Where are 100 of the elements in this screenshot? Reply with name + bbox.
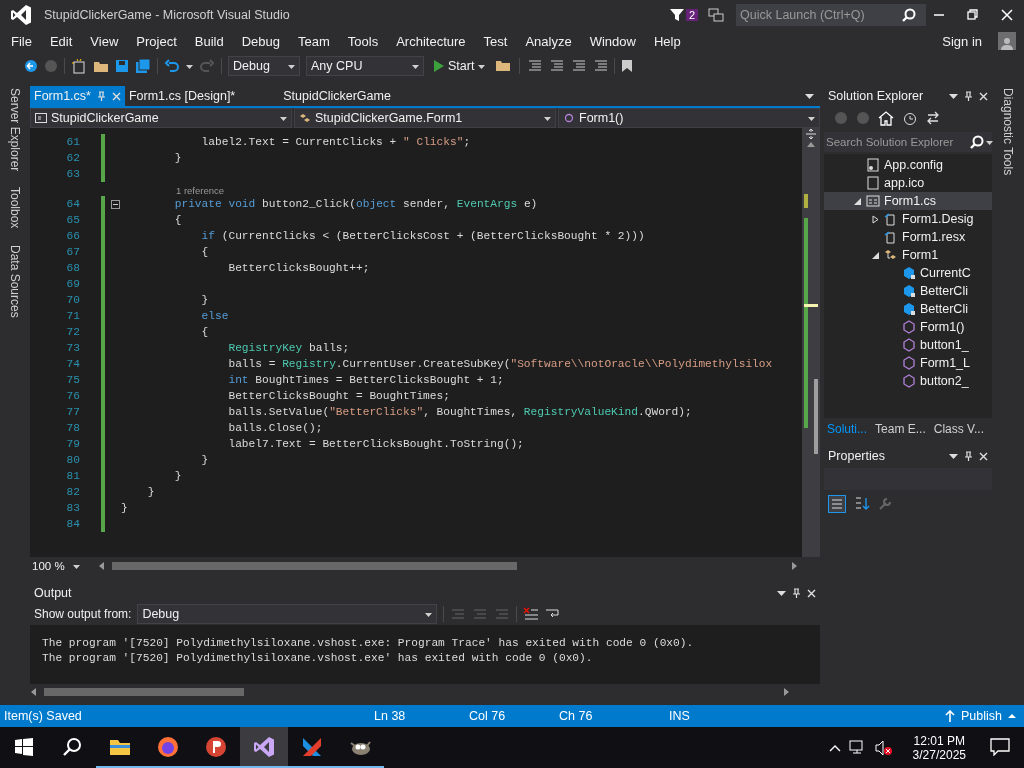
clock-time[interactable]: 12:01 PM bbox=[913, 733, 965, 748]
navigation-dropdown[interactable]: StupidClickerGame bbox=[30, 108, 292, 128]
menu-item[interactable]: Help bbox=[644, 33, 690, 49]
caret-icon[interactable] bbox=[949, 451, 958, 461]
menu-item[interactable]: Test bbox=[474, 33, 517, 49]
menu-item[interactable]: Debug bbox=[232, 33, 289, 49]
infinity-logo-icon[interactable] bbox=[252, 734, 276, 759]
panel-tab[interactable]: Soluti... bbox=[824, 420, 871, 438]
uncomment-icon[interactable] bbox=[592, 59, 609, 73]
notifications-icon[interactable] bbox=[990, 737, 1010, 756]
menu-item[interactable]: Window bbox=[580, 33, 645, 49]
save-all-icon[interactable] bbox=[135, 58, 151, 74]
tree-item[interactable]: Form1_L bbox=[824, 354, 992, 372]
collapsed-arrow-icon[interactable] bbox=[871, 214, 879, 224]
collapse-icon[interactable] bbox=[111, 199, 120, 209]
reference-count-link[interactable]: 1 reference bbox=[176, 185, 225, 196]
outdent-icon[interactable] bbox=[548, 59, 565, 73]
navigation-dropdown[interactable]: StupidClickerGame.Form1 bbox=[294, 108, 556, 128]
document-tab[interactable]: StupidClickerGame bbox=[279, 86, 395, 106]
tree-item[interactable]: App.config bbox=[824, 156, 992, 174]
tree-item[interactable]: Form1.cs bbox=[824, 192, 992, 210]
panel-tab[interactable]: Class V... bbox=[930, 420, 987, 438]
browser-icon[interactable] bbox=[156, 734, 180, 759]
close-icon[interactable] bbox=[807, 588, 816, 598]
publish-button[interactable]: Publish bbox=[945, 709, 1016, 723]
menu-item[interactable]: Project bbox=[127, 33, 186, 49]
paint-app-icon[interactable] bbox=[204, 734, 228, 759]
caret-icon[interactable] bbox=[186, 62, 193, 70]
chevron-up-icon[interactable] bbox=[828, 743, 841, 752]
close-icon[interactable] bbox=[979, 451, 988, 461]
search-icon[interactable] bbox=[970, 135, 984, 149]
history-icon[interactable] bbox=[902, 110, 918, 126]
search-field[interactable]: Search Solution Explorer bbox=[824, 132, 992, 152]
scroll-right-icon[interactable] bbox=[782, 687, 790, 697]
menu-item[interactable]: Analyze bbox=[516, 33, 581, 49]
side-tab[interactable]: Toolbox bbox=[8, 187, 22, 229]
expanded-arrow-icon[interactable] bbox=[853, 197, 861, 205]
navigation-dropdown[interactable]: Form1() bbox=[558, 108, 820, 128]
caret-icon[interactable] bbox=[777, 588, 786, 598]
tree-item[interactable]: Form1() bbox=[824, 318, 992, 336]
comment-icon[interactable] bbox=[570, 59, 587, 73]
side-tab[interactable]: Diagnostic Tools bbox=[1001, 88, 1015, 176]
new-project-icon[interactable] bbox=[71, 58, 87, 74]
caret-icon[interactable] bbox=[805, 91, 814, 101]
scroll-up-icon[interactable] bbox=[806, 140, 816, 148]
horizontal-scrollbar[interactable] bbox=[98, 561, 798, 571]
output-source-dropdown[interactable]: Debug bbox=[137, 604, 438, 624]
panel-tab[interactable]: Team E... bbox=[872, 420, 929, 438]
tree-item[interactable]: Form1.Desig bbox=[824, 210, 992, 228]
sign-in-link[interactable]: Sign in bbox=[942, 33, 982, 49]
filter-icon[interactable] bbox=[669, 8, 684, 22]
clear-all-icon[interactable] bbox=[523, 607, 540, 621]
windows-start-icon[interactable] bbox=[15, 737, 33, 756]
vertical-scrollbar[interactable] bbox=[802, 128, 820, 557]
menu-item[interactable]: Architecture bbox=[387, 33, 475, 49]
home-icon[interactable] bbox=[878, 110, 894, 126]
restore-icon[interactable] bbox=[967, 9, 979, 21]
pin-icon[interactable] bbox=[964, 91, 973, 101]
alphabetical-icon[interactable] bbox=[854, 496, 870, 512]
back-icon[interactable] bbox=[24, 59, 38, 73]
quick-launch-field[interactable]: Quick Launch (Ctrl+Q) bbox=[736, 4, 926, 26]
clock-date[interactable]: 3/27/2025 bbox=[912, 747, 966, 762]
scroll-left-icon[interactable] bbox=[98, 561, 106, 571]
side-tab[interactable]: Server Explorer bbox=[8, 88, 22, 172]
avatar-icon[interactable] bbox=[998, 32, 1016, 50]
platform-dropdown[interactable]: Any CPU bbox=[306, 56, 424, 76]
menu-item[interactable]: Edit bbox=[40, 33, 82, 49]
save-icon[interactable] bbox=[115, 59, 129, 73]
menu-item[interactable]: Build bbox=[185, 33, 233, 49]
notification-badge[interactable]: 2 bbox=[685, 9, 698, 21]
sync-icon[interactable] bbox=[926, 111, 940, 125]
scroll-left-icon[interactable] bbox=[30, 687, 38, 697]
menu-item[interactable]: Tools bbox=[338, 33, 388, 49]
expanded-arrow-icon[interactable] bbox=[871, 251, 879, 259]
search-icon[interactable] bbox=[62, 736, 82, 757]
scroll-right-icon[interactable] bbox=[790, 561, 798, 571]
menu-item[interactable]: Team bbox=[289, 33, 339, 49]
tree-item[interactable]: BetterCli bbox=[824, 282, 992, 300]
menu-item[interactable]: View bbox=[81, 33, 128, 49]
side-tab[interactable]: Data Sources bbox=[8, 244, 22, 318]
document-tab[interactable]: Form1.cs [Design]* bbox=[124, 86, 240, 106]
close-icon[interactable] bbox=[979, 91, 988, 101]
tree-item[interactable]: CurrentC bbox=[824, 264, 992, 282]
start-button[interactable]: Start bbox=[430, 59, 490, 73]
caret-icon[interactable] bbox=[986, 138, 993, 146]
tree-item[interactable]: Form1.resx bbox=[824, 228, 992, 246]
bookmark-icon[interactable] bbox=[621, 59, 634, 73]
indent-icon[interactable] bbox=[526, 59, 543, 73]
menu-item[interactable]: File bbox=[2, 33, 41, 49]
undo-icon[interactable] bbox=[164, 59, 180, 73]
horizontal-scrollbar[interactable] bbox=[30, 687, 790, 697]
pin-icon[interactable] bbox=[964, 451, 973, 461]
wrench-icon[interactable] bbox=[878, 497, 892, 511]
split-icon[interactable] bbox=[805, 128, 817, 140]
tree-item[interactable]: Form1 bbox=[824, 246, 992, 264]
caret-icon[interactable] bbox=[949, 91, 958, 101]
zoom-dropdown[interactable]: 100 % bbox=[30, 560, 92, 572]
tree-item[interactable]: BetterCli bbox=[824, 300, 992, 318]
categorized-icon[interactable] bbox=[828, 495, 846, 513]
tree-item[interactable]: app.ico bbox=[824, 174, 992, 192]
